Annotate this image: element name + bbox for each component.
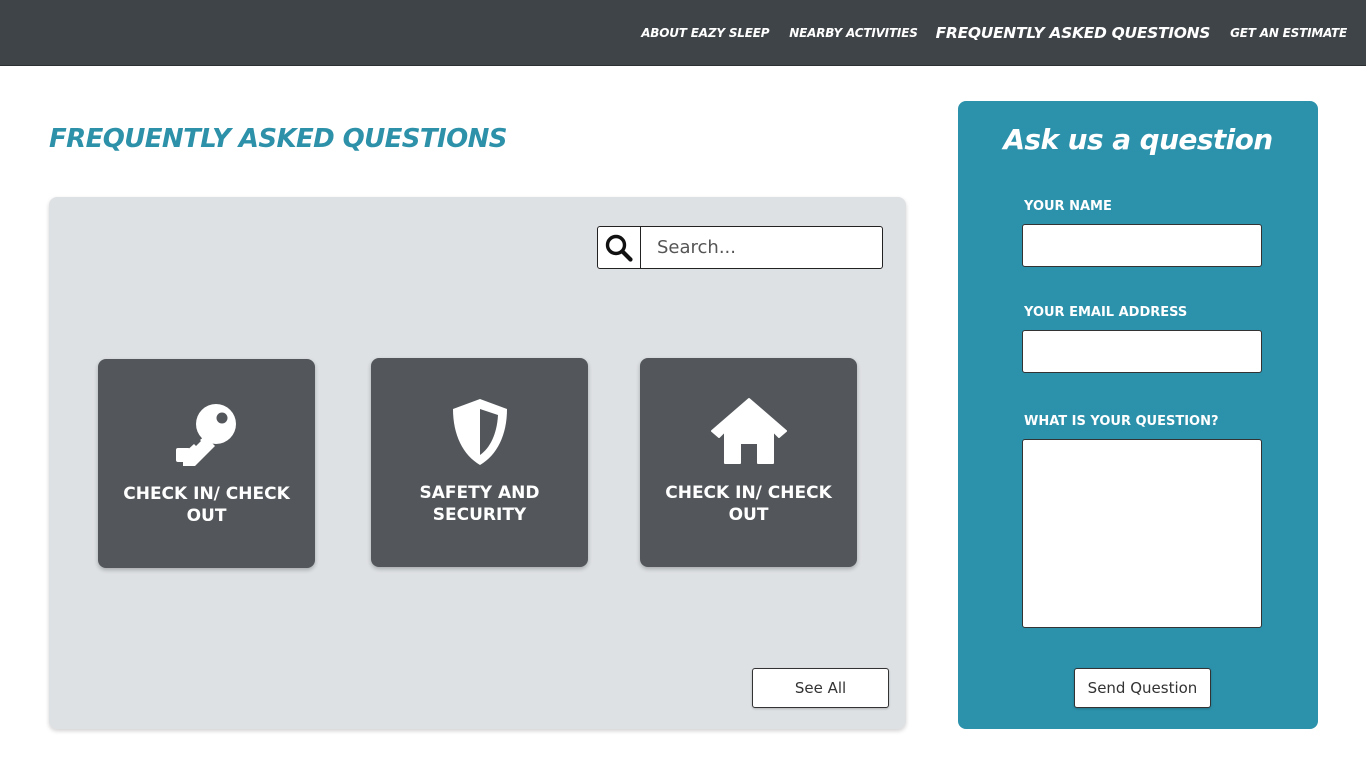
search-icon	[605, 234, 633, 262]
category-card-safety-security[interactable]: SAFETY AND SECURITY	[371, 358, 588, 567]
key-icon	[175, 404, 236, 466]
ask-question-panel: Ask us a question YOUR NAME YOUR EMAIL A…	[958, 101, 1318, 729]
name-field[interactable]	[1022, 224, 1262, 267]
main-nav: ABOUT EAZY SLEEP NEARBY ACTIVITIES FREQU…	[621, 0, 1347, 66]
name-label: YOUR NAME	[1024, 199, 1112, 214]
top-navbar: ABOUT EAZY SLEEP NEARBY ACTIVITIES FREQU…	[0, 0, 1366, 66]
category-label: CHECK IN/ CHECK OUT	[123, 484, 290, 526]
search-button[interactable]	[598, 227, 641, 268]
nav-link-get-estimate[interactable]: GET AN ESTIMATE	[1230, 26, 1347, 40]
shield-icon	[452, 399, 507, 465]
search-input[interactable]	[641, 227, 882, 268]
faq-panel: CHECK IN/ CHECK OUT SAFETY AND SECURITY …	[49, 197, 906, 729]
faq-search	[597, 226, 883, 269]
send-question-button[interactable]: Send Question	[1074, 668, 1211, 708]
page-title: FREQUENTLY ASKED QUESTIONS	[49, 124, 508, 154]
nav-link-about[interactable]: ABOUT EAZY SLEEP	[641, 26, 769, 40]
category-label: CHECK IN/ CHECK OUT	[665, 483, 832, 525]
category-card-check-in-out-home[interactable]: CHECK IN/ CHECK OUT	[640, 358, 857, 567]
see-all-button[interactable]: See All	[752, 668, 889, 708]
home-icon	[710, 398, 787, 464]
email-field[interactable]	[1022, 330, 1262, 373]
category-card-check-in-out[interactable]: CHECK IN/ CHECK OUT	[98, 359, 315, 568]
question-textarea[interactable]	[1022, 439, 1262, 628]
email-label: YOUR EMAIL ADDRESS	[1024, 305, 1188, 320]
question-label: WHAT IS YOUR QUESTION?	[1024, 414, 1219, 429]
category-label: SAFETY AND SECURITY	[419, 483, 540, 525]
nav-link-nearby-activities[interactable]: NEARBY ACTIVITIES	[789, 26, 918, 40]
nav-link-faq[interactable]: FREQUENTLY ASKED QUESTIONS	[936, 24, 1211, 42]
ask-panel-title: Ask us a question	[1003, 123, 1273, 156]
